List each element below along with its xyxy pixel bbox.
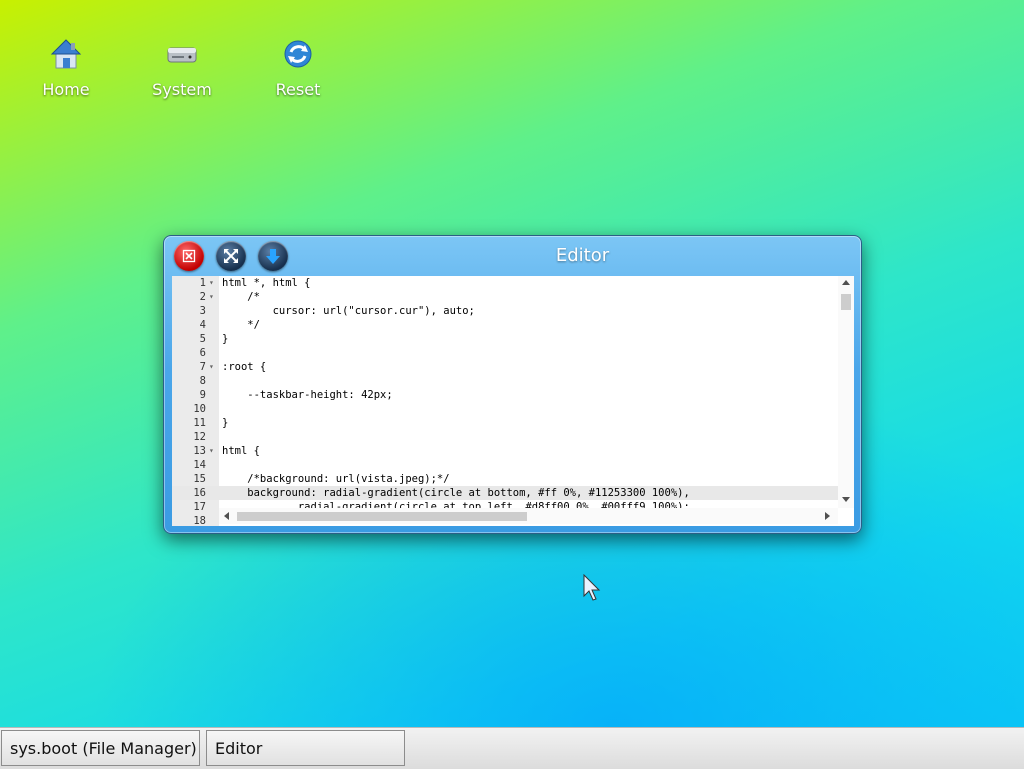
- fold-toggle-icon[interactable]: ▾: [209, 444, 214, 458]
- window-title: Editor: [555, 245, 610, 266]
- desktop-icon-reset[interactable]: Reset: [253, 34, 343, 99]
- code-text: --taskbar-height: 42px;: [222, 389, 393, 401]
- window-titlebar[interactable]: Editor: [164, 236, 861, 276]
- scroll-down-icon[interactable]: [842, 497, 850, 502]
- code-editor[interactable]: 1 ▾ html *, html {2 ▾ /* 3 cursor: url("curs…: [172, 276, 854, 526]
- horizontal-scrollbar[interactable]: [219, 508, 838, 524]
- line-number: 9: [199, 389, 206, 401]
- fold-toggle-icon[interactable]: ▾: [209, 276, 214, 290]
- scroll-left-icon[interactable]: [224, 512, 229, 520]
- code-text: }: [222, 417, 229, 429]
- code-line[interactable]: 2 ▾ /*: [172, 290, 838, 304]
- code-line[interactable]: 9 --taskbar-height: 42px;: [172, 388, 838, 402]
- line-number: 14: [193, 459, 206, 471]
- code-line[interactable]: 16 background: radial-gradient(circle at…: [172, 486, 838, 500]
- horizontal-scroll-thumb[interactable]: [237, 512, 527, 521]
- code-line[interactable]: 6: [172, 346, 838, 360]
- code-line[interactable]: 8: [172, 374, 838, 388]
- line-number: 13: [193, 445, 206, 457]
- code-line[interactable]: 11}: [172, 416, 838, 430]
- code-text: /*background: url(vista.jpeg);*/: [222, 473, 450, 485]
- line-number: 3: [199, 305, 206, 317]
- taskbar-item-editor[interactable]: Editor: [206, 730, 405, 766]
- code-line[interactable]: 5}: [172, 332, 838, 346]
- code-text: background: radial-gradient(circle at bo…: [222, 487, 690, 499]
- code-line[interactable]: 12: [172, 430, 838, 444]
- code-line[interactable]: 1 ▾ html *, html {: [172, 276, 838, 290]
- line-number: 7: [199, 361, 206, 373]
- code-text: html *, html {: [222, 277, 311, 289]
- fold-toggle-icon[interactable]: ▾: [209, 360, 214, 374]
- home-icon: [50, 39, 82, 69]
- code-text: /*: [222, 291, 260, 303]
- desktop-icon-label: Home: [42, 80, 90, 99]
- line-number: 2: [199, 291, 206, 303]
- code-line[interactable]: 13 ▾ html {: [172, 444, 838, 458]
- vertical-scroll-thumb[interactable]: [841, 294, 851, 310]
- line-number: 15: [193, 473, 206, 485]
- line-number: 11: [193, 417, 206, 429]
- code-line[interactable]: 14: [172, 458, 838, 472]
- line-number: 10: [193, 403, 206, 415]
- code-lines[interactable]: 1 ▾ html *, html {2 ▾ /* 3 cursor: url("curs…: [172, 276, 838, 526]
- mouse-pointer-icon: [583, 574, 601, 601]
- desktop-icon-label: System: [152, 80, 212, 99]
- code-text: :root {: [222, 361, 267, 373]
- line-number: 16: [193, 487, 206, 499]
- taskbar-item-file-manager[interactable]: sys.boot (File Manager): [1, 730, 200, 766]
- code-line[interactable]: 15 /*background: url(vista.jpeg);*/: [172, 472, 838, 486]
- scroll-up-icon[interactable]: [842, 280, 850, 285]
- line-number: 8: [199, 375, 206, 387]
- scroll-right-icon[interactable]: [825, 512, 830, 520]
- code-text: html {: [222, 445, 260, 457]
- fold-toggle-icon[interactable]: ▾: [209, 290, 214, 304]
- desktop-icon-home[interactable]: Home: [21, 34, 111, 99]
- line-number: 5: [199, 333, 206, 345]
- code-text: cursor: url("cursor.cur"), auto;: [222, 305, 475, 317]
- desktop-icon-system[interactable]: System: [137, 34, 227, 99]
- code-text: */: [222, 319, 260, 331]
- taskbar: sys.boot (File Manager) Editor: [0, 727, 1024, 769]
- line-number: 4: [199, 319, 206, 331]
- code-line[interactable]: 10: [172, 402, 838, 416]
- code-text: }: [222, 333, 229, 345]
- code-line[interactable]: 4 */: [172, 318, 838, 332]
- line-number: 6: [199, 347, 206, 359]
- code-line[interactable]: 3 cursor: url("cursor.cur"), auto;: [172, 304, 838, 318]
- line-number: 1: [199, 277, 206, 289]
- line-number: 17: [193, 501, 206, 513]
- line-number: 12: [193, 431, 206, 443]
- desktop-icon-label: Reset: [275, 80, 321, 99]
- vertical-scrollbar[interactable]: [838, 276, 854, 508]
- drive-icon: [167, 47, 197, 63]
- editor-window: Editor 1 ▾ html *, html {2 ▾ /* 3 cursor: ur…: [163, 235, 862, 534]
- code-line[interactable]: 7 ▾ :root {: [172, 360, 838, 374]
- refresh-icon: [284, 40, 312, 68]
- line-number: 18: [193, 515, 206, 526]
